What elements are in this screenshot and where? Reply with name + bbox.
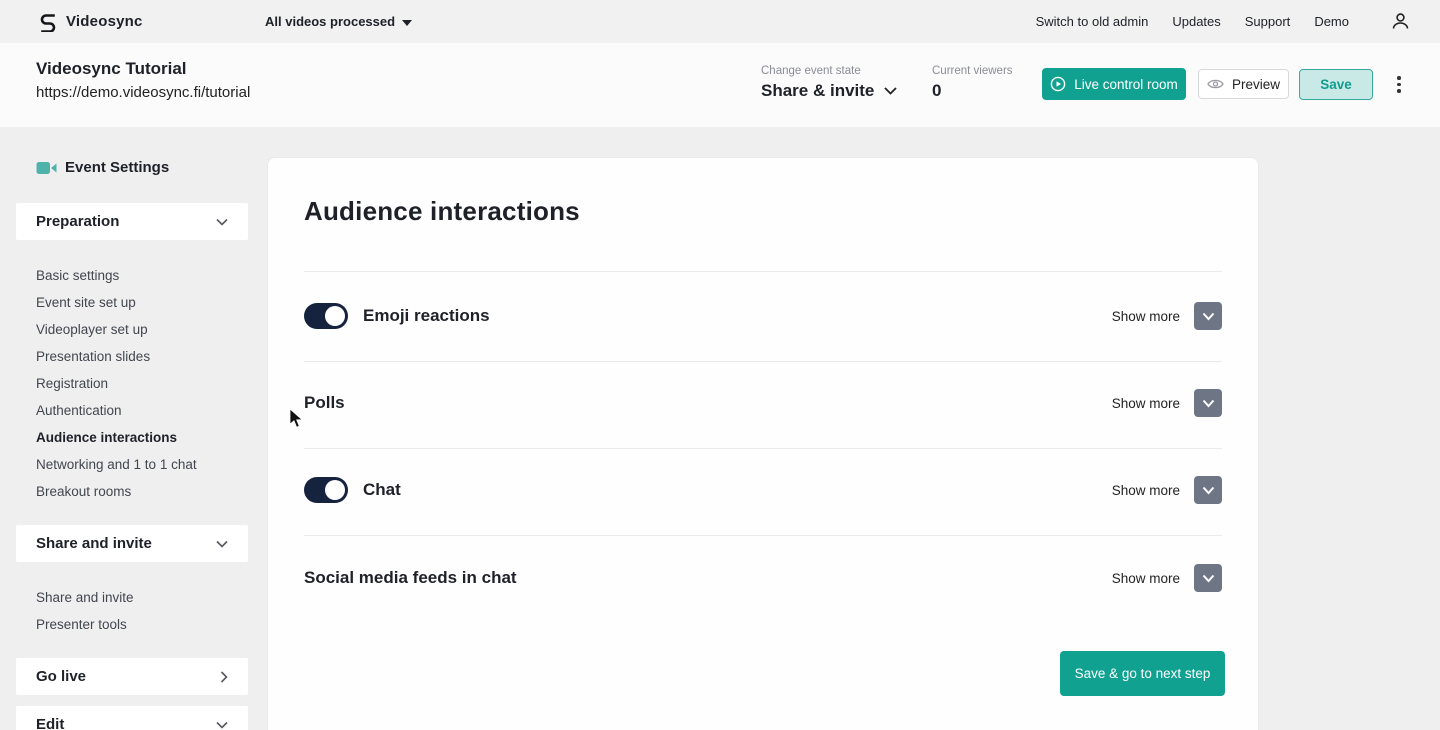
play-circle-icon [1050, 76, 1066, 92]
video-camera-icon [36, 161, 57, 174]
sidebar-item-basic-settings[interactable]: Basic settings [36, 262, 197, 289]
event-state-label: Change event state [761, 65, 861, 77]
sidebar-title-label: Event Settings [65, 159, 170, 176]
divider [304, 361, 1222, 362]
top-bar: Videosync All videos processed Switch to… [0, 0, 1440, 43]
sidebar-section-go-live[interactable]: Go live [16, 658, 248, 695]
event-state-block: Change event state Share & invite [761, 65, 898, 101]
chevron-down-icon [1202, 574, 1214, 582]
link-updates[interactable]: Updates [1172, 14, 1220, 29]
link-support[interactable]: Support [1245, 14, 1291, 29]
preview-button[interactable]: Preview [1198, 69, 1289, 99]
sidebar-item-event-site-set-up[interactable]: Event site set up [36, 289, 197, 316]
emoji-expand-button[interactable] [1194, 302, 1222, 330]
emoji-reactions-label: Emoji reactions [363, 306, 490, 325]
polls-show-more-link[interactable]: Show more [1112, 396, 1180, 411]
chevron-right-icon [220, 670, 228, 683]
user-account-icon[interactable] [1391, 12, 1410, 31]
event-url[interactable]: https://demo.videosync.fi/tutorial [36, 84, 250, 101]
chevron-down-icon [1202, 486, 1214, 494]
event-title-block: Videosync Tutorial https://demo.videosyn… [36, 59, 250, 101]
row-social-media-feeds: Social media feeds in chat Show more [304, 558, 1222, 598]
sidebar-section-share-and-invite[interactable]: Share and invite [16, 525, 248, 562]
save-label: Save [1320, 77, 1352, 92]
preparation-label: Preparation [36, 213, 120, 230]
audience-interactions-card: Audience interactions Emoji reactions Sh… [267, 157, 1259, 730]
videos-processed-dropdown[interactable]: All videos processed [265, 0, 413, 43]
event-header: Videosync Tutorial https://demo.videosyn… [0, 43, 1440, 127]
sidebar-item-videoplayer-set-up[interactable]: Videoplayer set up [36, 316, 197, 343]
go-live-label: Go live [36, 668, 87, 685]
polls-expand-button[interactable] [1194, 389, 1222, 417]
preparation-items: Basic settings Event site set up Videopl… [36, 262, 197, 505]
sidebar-item-authentication[interactable]: Authentication [36, 397, 197, 424]
sidebar-section-edit[interactable]: Edit [16, 706, 248, 730]
sidebar-item-registration[interactable]: Registration [36, 370, 197, 397]
save-next-label: Save & go to next step [1074, 666, 1211, 681]
sidebar-item-networking-1to1-chat[interactable]: Networking and 1 to 1 chat [36, 451, 197, 478]
chat-show-more-link[interactable]: Show more [1112, 483, 1180, 498]
sidebar-item-share-and-invite[interactable]: Share and invite [36, 584, 134, 611]
live-control-room-button[interactable]: Live control room [1042, 68, 1186, 100]
chat-label: Chat [363, 480, 401, 499]
sidebar-item-audience-interactions[interactable]: Audience interactions [36, 424, 197, 451]
sidebar-item-presentation-slides[interactable]: Presentation slides [36, 343, 197, 370]
caret-down-icon [402, 19, 413, 26]
emoji-show-more-link[interactable]: Show more [1112, 309, 1180, 324]
brand-name: Videosync [66, 13, 143, 30]
chevron-down-icon [1202, 312, 1214, 320]
current-viewers-label: Current viewers [932, 65, 1013, 77]
chevron-down-icon [884, 87, 898, 95]
link-demo[interactable]: Demo [1314, 14, 1349, 29]
videosync-logo-icon [38, 12, 58, 32]
share-and-invite-label: Share and invite [36, 535, 152, 552]
row-polls: Polls Show more [304, 383, 1222, 423]
divider [304, 535, 1222, 536]
eye-icon [1207, 79, 1224, 89]
current-viewers-block: Current viewers 0 [932, 65, 1013, 101]
chevron-down-icon [216, 218, 228, 226]
page-title: Audience interactions [304, 196, 580, 226]
row-emoji-reactions: Emoji reactions Show more [304, 296, 1222, 336]
social-expand-button[interactable] [1194, 564, 1222, 592]
current-viewers-count: 0 [932, 81, 942, 100]
polls-label: Polls [304, 393, 345, 412]
event-title: Videosync Tutorial [36, 59, 187, 78]
event-state-dropdown[interactable]: Share & invite [761, 81, 898, 101]
link-switch-old-admin[interactable]: Switch to old admin [1036, 14, 1149, 29]
sidebar-item-breakout-rooms[interactable]: Breakout rooms [36, 478, 197, 505]
chevron-down-icon [216, 721, 228, 729]
preview-label: Preview [1231, 76, 1280, 92]
chevron-down-icon [216, 540, 228, 548]
sidebar-item-presenter-tools[interactable]: Presenter tools [36, 611, 134, 638]
row-chat: Chat Show more [304, 470, 1222, 510]
divider [304, 271, 1222, 272]
sidebar-section-preparation[interactable]: Preparation [16, 203, 248, 240]
save-and-next-step-button[interactable]: Save & go to next step [1060, 651, 1225, 696]
divider [304, 448, 1222, 449]
live-control-room-label: Live control room [1074, 76, 1178, 92]
top-links: Switch to old admin Updates Support Demo [1036, 12, 1440, 31]
edit-label: Edit [36, 716, 65, 730]
brand[interactable]: Videosync [38, 12, 143, 32]
chat-toggle[interactable] [304, 477, 348, 503]
share-items: Share and invite Presenter tools [36, 584, 134, 638]
social-media-feeds-label: Social media feeds in chat [304, 568, 517, 587]
event-state-value: Share & invite [761, 81, 875, 100]
emoji-reactions-toggle[interactable] [304, 303, 348, 329]
social-show-more-link[interactable]: Show more [1112, 571, 1180, 586]
save-button[interactable]: Save [1299, 69, 1373, 100]
chevron-down-icon [1202, 399, 1214, 407]
videos-processed-label: All videos processed [265, 14, 396, 29]
more-options-kebab-icon[interactable] [1391, 69, 1407, 100]
sidebar-title: Event Settings [36, 159, 169, 176]
chat-expand-button[interactable] [1194, 476, 1222, 504]
